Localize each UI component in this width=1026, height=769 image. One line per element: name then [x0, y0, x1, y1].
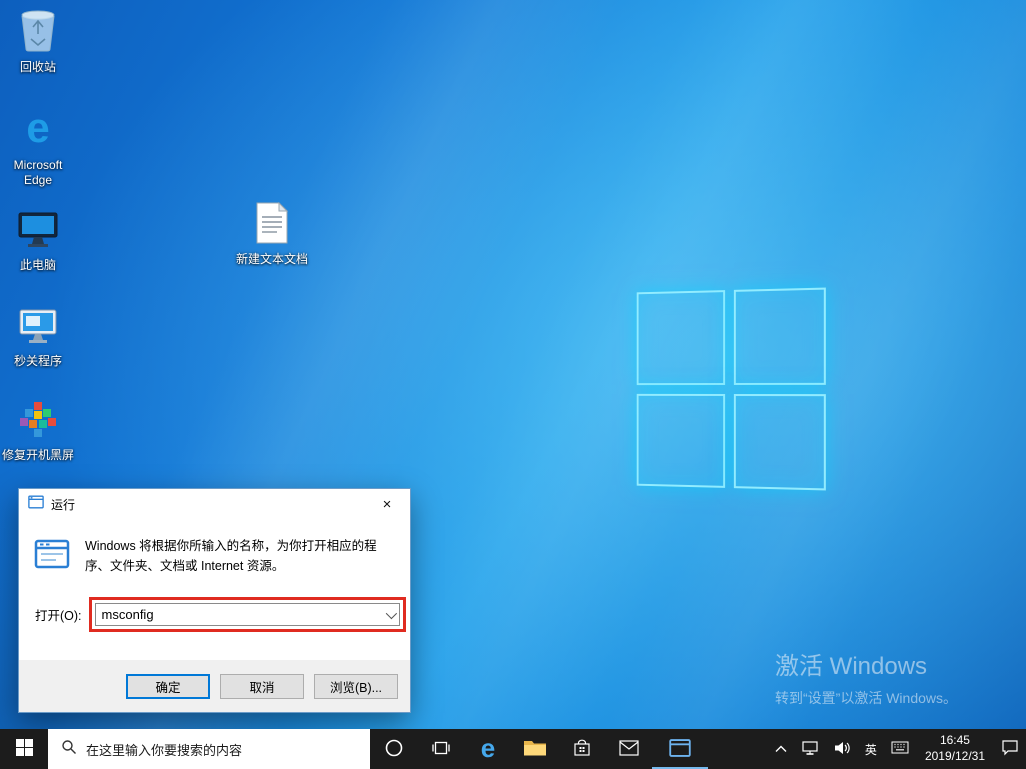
volume-button[interactable]	[826, 729, 858, 769]
cortana-icon	[384, 738, 404, 761]
chevron-down-icon[interactable]	[380, 604, 399, 625]
desktop-icon-label: 新建文本文档	[236, 252, 308, 267]
browse-button[interactable]: 浏览(B)...	[314, 674, 398, 699]
clock-time: 16:45	[940, 733, 970, 749]
open-row: 打开(O):	[19, 597, 410, 632]
windows-logo-pane	[733, 288, 825, 385]
close-icon[interactable]: ×	[364, 490, 410, 519]
svg-text:e: e	[480, 735, 494, 761]
touch-keyboard-button[interactable]	[884, 729, 916, 769]
network-ethernet-icon	[801, 740, 819, 759]
cancel-button[interactable]: 取消	[220, 674, 304, 699]
windows-logo-wallpaper	[637, 288, 826, 491]
run-window-icon	[34, 536, 70, 577]
run-dialog: 运行 × Windows 将根据你所输入的名称，为你打开相应的程序、文件夹、文档…	[18, 488, 411, 713]
cortana-button[interactable]	[370, 729, 417, 769]
clock-date: 2019/12/31	[925, 749, 985, 765]
text-document-icon	[255, 202, 289, 249]
activation-line1: 激活 Windows	[775, 646, 957, 681]
desktop-icon-label: 秒关程序	[14, 354, 62, 369]
desktop: 回收站 e Microsoft Edge 此电脑 秒关程序 修复开机黑屏 新建文…	[0, 0, 1026, 769]
desktop-icon-microsoft-edge[interactable]: e Microsoft Edge	[0, 106, 76, 188]
run-dialog-description: Windows 将根据你所输入的名称，为你打开相应的程序、文件夹、文档或 Int…	[85, 536, 387, 577]
activation-watermark: 激活 Windows 转到“设置”以激活 Windows。	[775, 646, 957, 708]
desktop-icon-label: 修复开机黑屏	[2, 448, 74, 463]
task-view-icon	[431, 738, 451, 761]
svg-text:e: e	[26, 106, 49, 150]
desktop-icon-label: Microsoft Edge	[0, 158, 76, 188]
mail-envelope-icon	[619, 740, 639, 759]
run-command-input[interactable]	[96, 604, 380, 625]
run-dialog-title: 运行	[51, 496, 75, 513]
desktop-icon-label: 回收站	[20, 60, 56, 75]
search-placeholder-text: 在这里输入你要搜索的内容	[86, 740, 242, 759]
recycle-bin-icon	[18, 8, 58, 57]
desktop-icon-this-pc[interactable]: 此电脑	[0, 210, 76, 273]
red-highlight-annotation	[89, 597, 406, 632]
keyboard-icon	[891, 741, 909, 757]
speaker-icon	[833, 740, 851, 759]
ok-button[interactable]: 确定	[126, 674, 210, 699]
file-explorer-button[interactable]	[511, 729, 558, 769]
edge-icon: e	[16, 106, 60, 155]
windows-start-icon	[16, 739, 33, 759]
chevron-up-icon	[775, 742, 787, 756]
edge-icon: e	[475, 735, 501, 764]
activation-line2: 转到“设置”以激活 Windows。	[775, 688, 957, 708]
store-bag-icon	[572, 738, 592, 761]
network-button[interactable]	[794, 729, 826, 769]
microsoft-store-button[interactable]	[558, 729, 605, 769]
open-label: 打开(O):	[35, 605, 82, 624]
search-icon	[61, 739, 77, 760]
desktop-icon-fix-boot-black-screen[interactable]: 修复开机黑屏	[0, 400, 76, 463]
program-window-icon	[16, 306, 60, 351]
windows-logo-pane	[733, 394, 825, 491]
run-dialog-content: Windows 将根据你所输入的名称，为你打开相应的程序、文件夹、文档或 Int…	[19, 519, 410, 577]
edge-taskbar-button[interactable]: e	[464, 729, 511, 769]
task-view-button[interactable]	[417, 729, 464, 769]
hidden-icons-button[interactable]	[768, 729, 794, 769]
run-window-icon	[669, 737, 691, 762]
run-command-combobox[interactable]	[95, 603, 400, 626]
this-pc-icon	[16, 210, 60, 255]
action-center-icon	[1001, 739, 1019, 759]
mail-button[interactable]	[605, 729, 652, 769]
run-dialog-footer: 确定 取消 浏览(B)...	[19, 660, 410, 712]
desktop-icon-new-text-document[interactable]: 新建文本文档	[234, 202, 310, 267]
run-app-taskbar-button[interactable]	[652, 729, 708, 769]
run-window-icon	[28, 494, 44, 515]
taskbar: 在这里输入你要搜索的内容 e 英 16:45 2019/12/31	[0, 729, 1026, 769]
clock[interactable]: 16:45 2019/12/31	[916, 729, 994, 769]
desktop-icon-label: 此电脑	[20, 258, 56, 273]
run-dialog-titlebar[interactable]: 运行 ×	[19, 489, 410, 519]
desktop-icon-recycle-bin[interactable]: 回收站	[0, 8, 76, 75]
start-button[interactable]	[0, 729, 48, 769]
taskbar-search-box[interactable]: 在这里输入你要搜索的内容	[48, 729, 370, 769]
windows-logo-pane	[637, 393, 725, 487]
folder-icon	[523, 738, 547, 761]
action-center-button[interactable]	[994, 729, 1026, 769]
system-tray: 英 16:45 2019/12/31	[768, 729, 1026, 769]
desktop-icon-quick-close-program[interactable]: 秒关程序	[0, 306, 76, 369]
mosaic-tool-icon	[18, 400, 58, 445]
windows-logo-pane	[637, 290, 725, 384]
ime-language-button[interactable]: 英	[858, 729, 884, 769]
